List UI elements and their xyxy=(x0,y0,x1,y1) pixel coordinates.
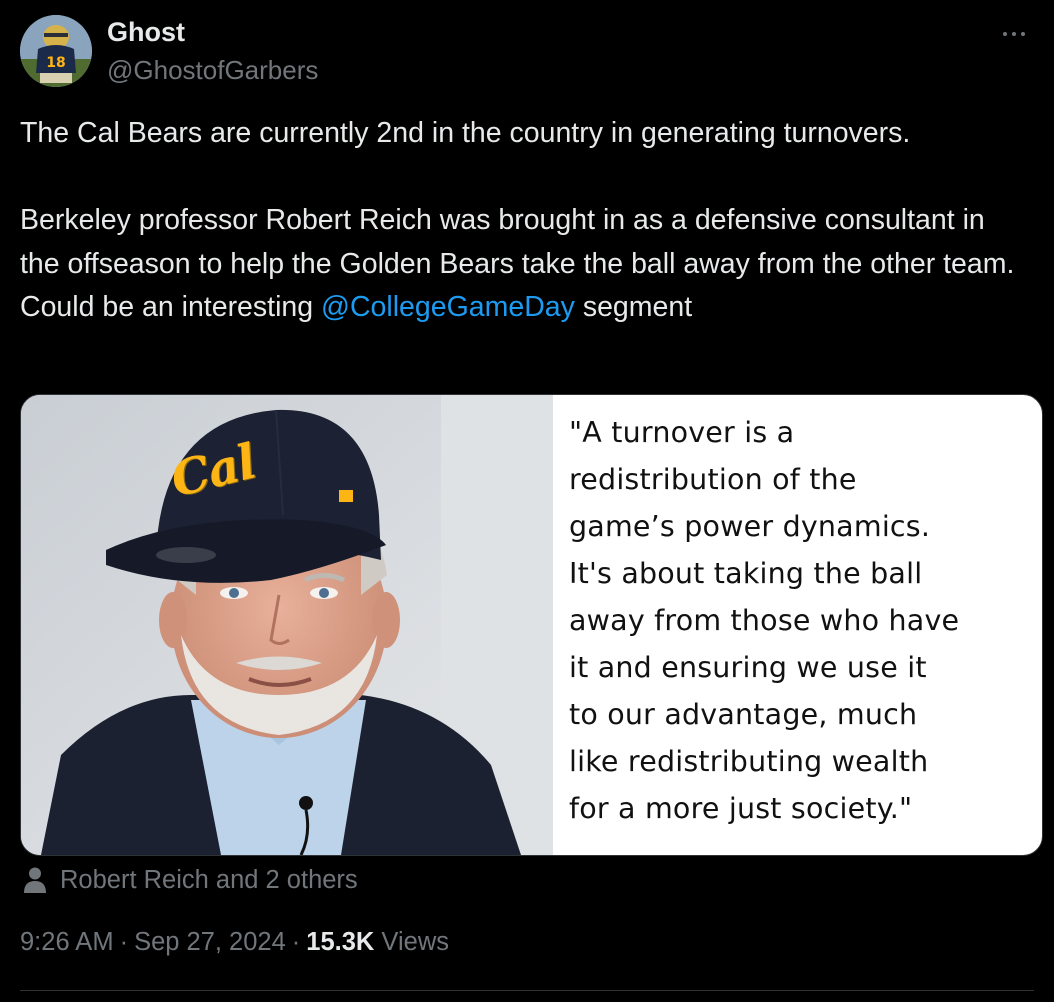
author-avatar[interactable]: 18 xyxy=(20,15,92,87)
tweet-media[interactable]: Cal "A turnover is a redistribution of t… xyxy=(20,394,1043,856)
divider xyxy=(20,990,1034,991)
views-count: 15.3K xyxy=(306,928,375,956)
meta-separator: · xyxy=(119,928,129,956)
mention-link[interactable]: @CollegeGameDay xyxy=(321,291,575,323)
football-player-avatar-icon: 18 xyxy=(20,15,92,87)
quote-line: it and ensuring we use it xyxy=(569,651,927,684)
media-photo: Cal xyxy=(21,395,553,855)
quote-line: game’s power dynamics. xyxy=(569,510,931,543)
tweet-paragraph-tail: segment xyxy=(574,291,693,323)
quote-line: like redistributing wealth xyxy=(569,745,929,778)
photo-illustration xyxy=(21,395,553,855)
timestamp-time[interactable]: 9:26 AM xyxy=(20,928,114,956)
quote-line: to our advantage, much xyxy=(569,698,918,731)
more-horizontal-icon-dot xyxy=(1012,32,1016,36)
tagged-users[interactable]: Robert Reich and 2 others xyxy=(20,862,358,898)
quote-text: "A turnover is a redistribution of the g… xyxy=(569,409,1029,832)
views-label: Views xyxy=(381,928,449,956)
tweet-paragraph: The Cal Bears are currently 2nd in the c… xyxy=(20,117,911,149)
tweet-paragraph: Berkeley professor Robert Reich was brou… xyxy=(20,199,1030,330)
more-horizontal-icon xyxy=(1003,32,1007,36)
tweet-meta: 9:26 AM · Sep 27, 2024 · 15.3K Views xyxy=(20,928,449,957)
svg-text:18: 18 xyxy=(46,55,65,71)
more-horizontal-icon-dot xyxy=(1021,32,1025,36)
quote-line: It's about taking the ball xyxy=(569,557,923,590)
person-icon xyxy=(24,867,46,893)
author-display-name[interactable]: Ghost xyxy=(107,17,185,48)
quote-line: for a more just society." xyxy=(569,792,913,825)
meta-separator: · xyxy=(291,928,301,956)
tagged-users-label: Robert Reich and 2 others xyxy=(60,865,358,894)
author-handle[interactable]: @GhostofGarbers xyxy=(107,55,318,86)
timestamp-date[interactable]: Sep 27, 2024 xyxy=(134,928,286,956)
quote-line: away from those who have xyxy=(569,604,960,637)
tweet-text: The Cal Bears are currently 2nd in the c… xyxy=(20,112,1030,330)
quote-line: "A turnover is a xyxy=(569,416,795,449)
tweet: 18 Ghost @GhostofGarbers The Cal Bears a… xyxy=(0,0,1054,1002)
quote-line: redistribution of the xyxy=(569,463,857,496)
more-options-button[interactable] xyxy=(994,14,1034,54)
